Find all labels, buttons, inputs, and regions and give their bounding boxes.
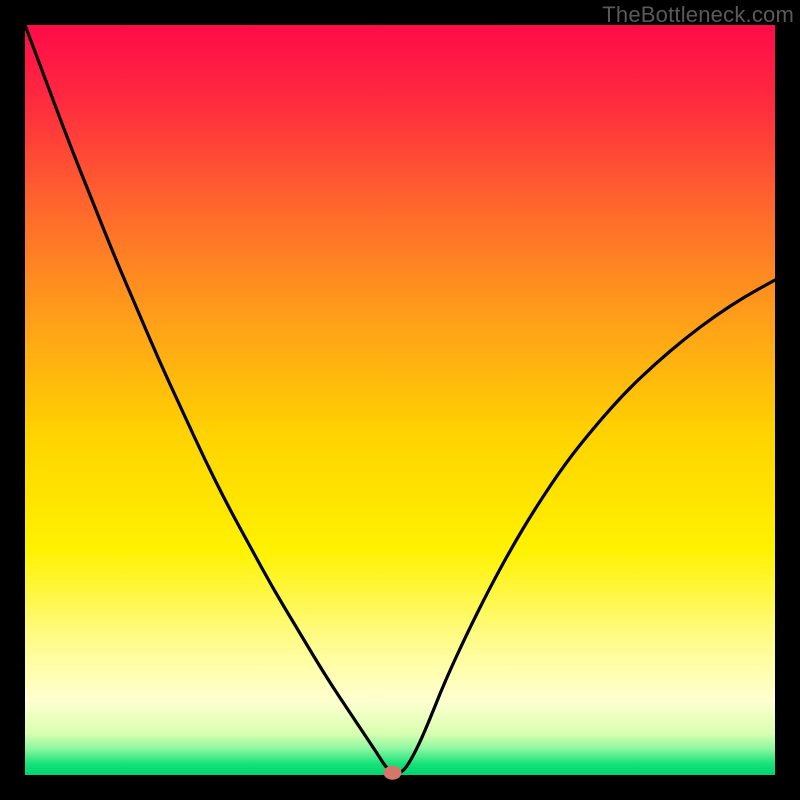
minimum-marker: [384, 766, 402, 780]
watermark-text: TheBottleneck.com: [602, 2, 794, 28]
bottleneck-chart: [0, 0, 800, 800]
plot-background: [25, 25, 775, 775]
chart-frame: TheBottleneck.com: [0, 0, 800, 800]
